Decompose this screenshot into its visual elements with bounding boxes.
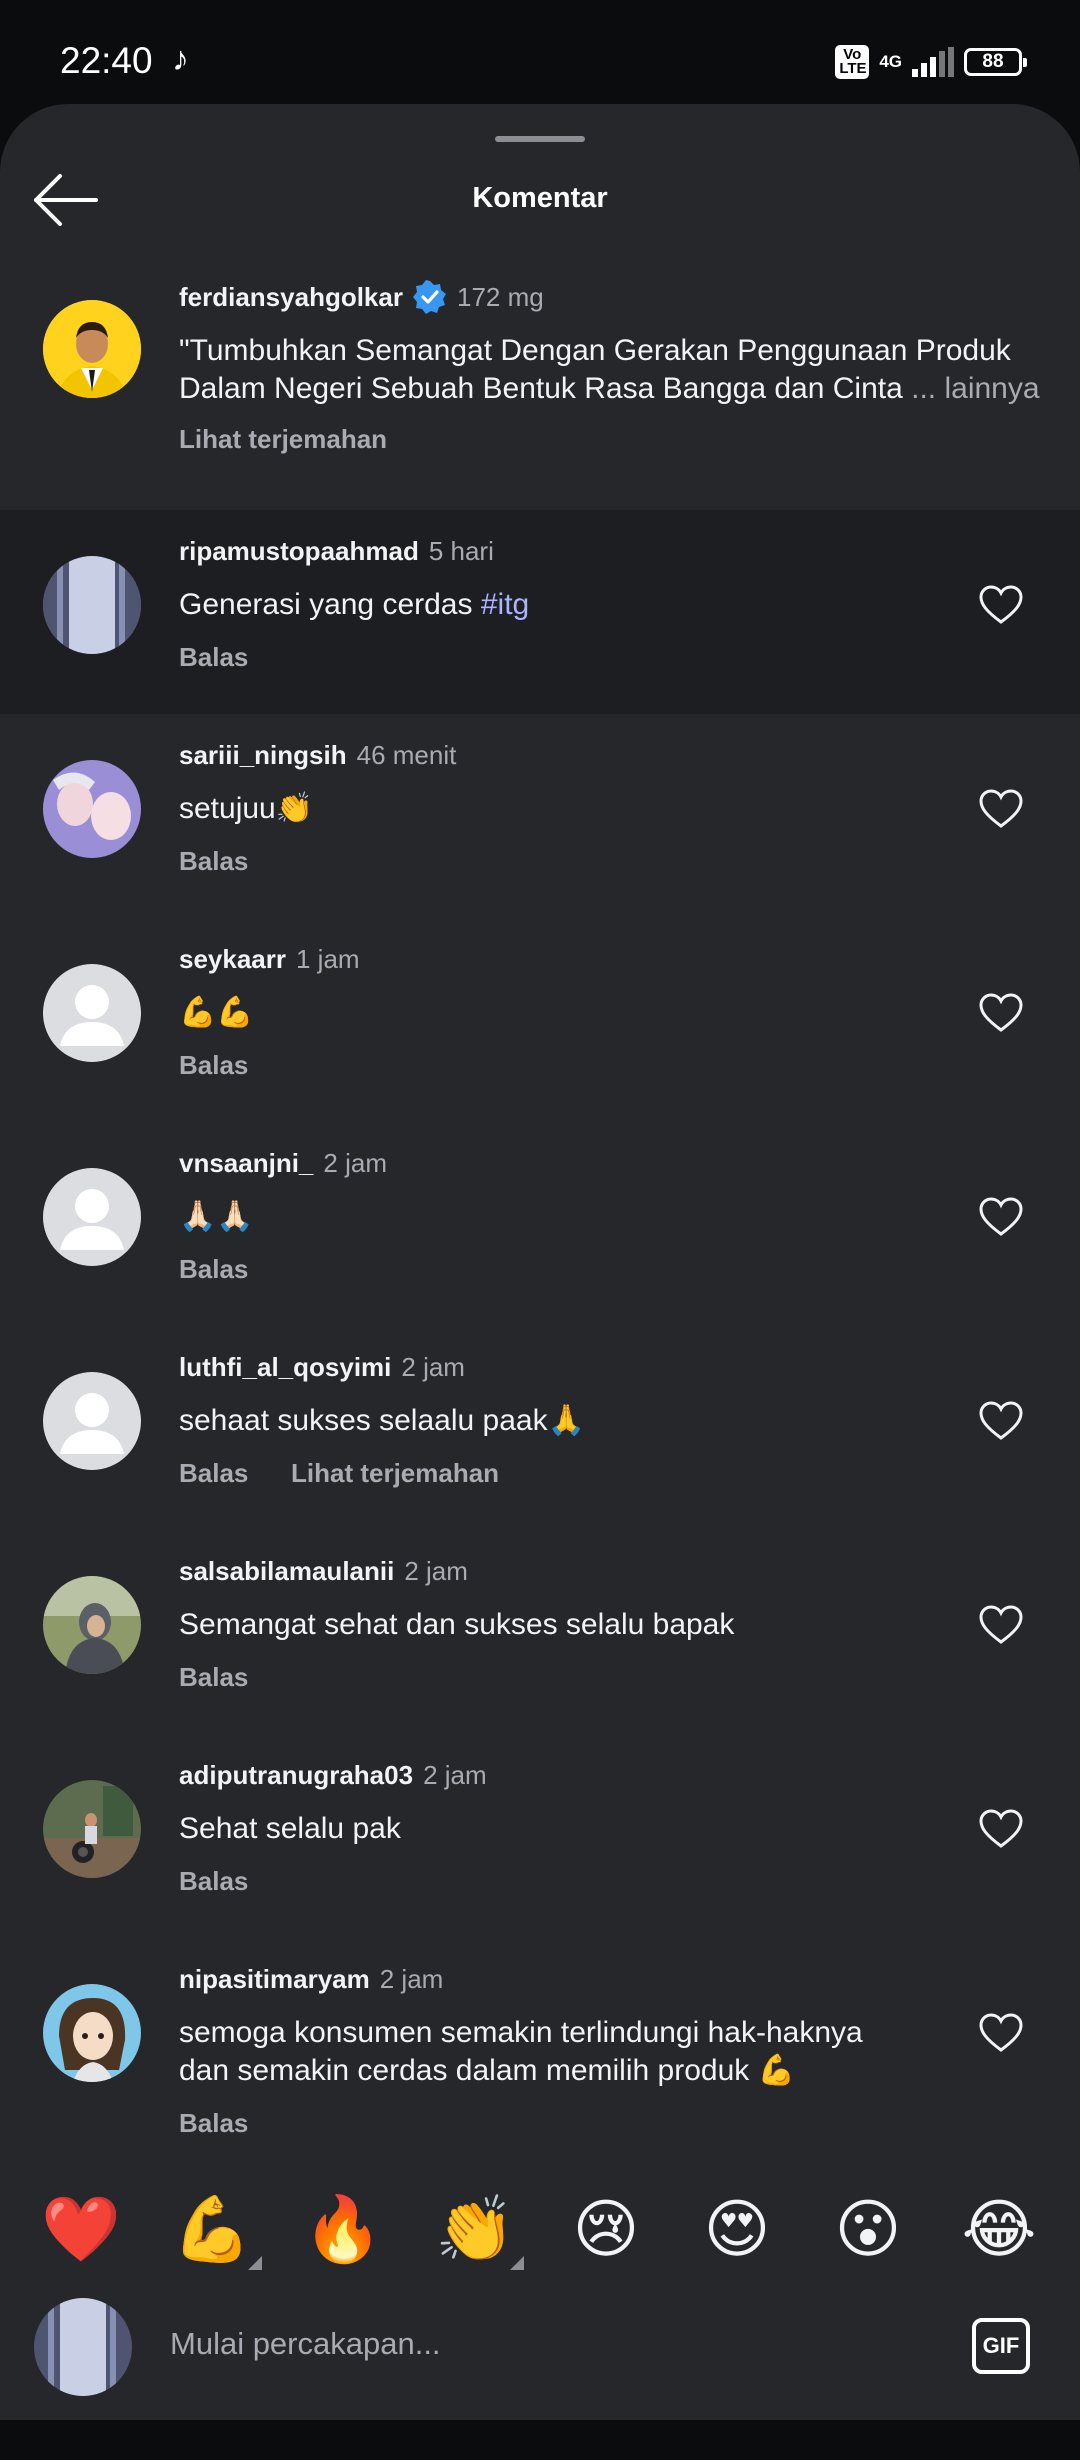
username[interactable]: sariii_ningsih [179,740,347,771]
emoji-muscle-button[interactable]: 💪 [167,2184,257,2274]
avatar[interactable] [43,1372,141,1470]
comment-time: 2 jam [404,1556,468,1586]
tiktok-notification-icon: ♪ [172,40,189,78]
username[interactable]: seykaarr [179,944,286,975]
avatar[interactable] [43,556,141,654]
comment-time: 5 hari [428,536,494,566]
skin-tone-indicator-icon [248,2256,262,2270]
comment-time: 2 jam [401,1352,465,1382]
heart-icon[interactable] [978,2012,1024,2054]
translate-link[interactable]: Lihat terjemahan [179,424,387,455]
status-bar: 22:40 ♪ Vo LTE 4G 88 [0,0,1080,110]
comment-time: 2 jam [323,1148,387,1178]
comments-sheet: Komentar ferdiansyahgolkar 172 mg "Tumbu… [0,104,1080,2420]
page-title: Komentar [472,182,608,214]
comment-text: sehaat sukses selaalu paak🙏 [179,1404,585,1437]
post-caption: ferdiansyahgolkar 172 mg "Tumbuhkan Sema… [0,254,1080,500]
avatar[interactable] [43,1168,141,1266]
list-item: adiputranugraha03 2 jam Sehat selalu pak… [0,1734,1080,1938]
reply-button[interactable]: Balas [179,1050,248,1081]
avatar[interactable] [43,760,141,858]
reply-button[interactable]: Balas [179,846,248,877]
username[interactable]: vnsaanjni_ [179,1148,313,1179]
emoji-surprised-button[interactable]: 😮 [823,2184,913,2274]
more-link[interactable]: ... lainnya [911,372,1039,405]
reply-button[interactable]: Balas [179,2108,248,2139]
list-item: ripamustopaahmad 5 hari Generasi yang ce… [0,510,1080,714]
reply-button[interactable]: Balas [179,1458,248,1489]
emoji-fire-button[interactable]: 🔥 [298,2184,388,2274]
username[interactable]: ferdiansyahgolkar [179,282,403,313]
username[interactable]: ripamustopaahmad [179,536,419,567]
hashtag-link[interactable]: #itg [481,588,529,621]
list-item: nipasitimaryam 2 jam semoga konsumen sem… [0,1938,1080,2178]
emoji-heart-eyes-button[interactable]: 😍 [692,2184,782,2274]
heart-icon[interactable] [978,1196,1024,1238]
heart-icon[interactable] [978,1808,1024,1850]
reply-button[interactable]: Balas [179,642,248,673]
system-navigation-bar [0,2420,1080,2460]
comment-text-line-1: semoga konsumen semakin terlindungi hak-… [179,2016,863,2049]
list-item: salsabilamaulanii 2 jam Semangat sehat d… [0,1530,1080,1734]
avatar[interactable] [43,964,141,1062]
username[interactable]: adiputranugraha03 [179,1760,413,1791]
caption-text-line-1: "Tumbuhkan Semangat Dengan Gerakan Pengg… [179,334,1011,367]
reply-button[interactable]: Balas [179,1662,248,1693]
comment-text: 🙏🏻🙏🏻 [179,1200,254,1233]
battery-icon: 88 [964,48,1027,76]
list-item: vnsaanjni_ 2 jam 🙏🏻🙏🏻 Balas [0,1122,1080,1326]
avatar [34,2298,132,2396]
comment-text: Semangat sehat dan sukses selalu bapak [179,1608,735,1641]
comment-text: 💪💪 [179,996,254,1029]
reply-button[interactable]: Balas [179,1254,248,1285]
username[interactable]: luthfi_al_qosyimi [179,1352,391,1383]
emoji-laughing-button[interactable]: 😂 [954,2184,1044,2274]
username[interactable]: salsabilamaulanii [179,1556,394,1587]
heart-icon[interactable] [978,788,1024,830]
network-type: 4G [879,52,902,71]
emoji-crying-button[interactable]: 😢 [561,2184,651,2274]
signal-icon [912,47,954,77]
avatar[interactable] [43,300,141,398]
heart-icon[interactable] [978,584,1024,626]
status-time: 22:40 [60,40,153,81]
list-item: luthfi_al_qosyimi 2 jam sehaat sukses se… [0,1326,1080,1530]
drag-handle[interactable] [495,136,585,142]
heart-icon[interactable] [978,1604,1024,1646]
translate-link[interactable]: Lihat terjemahan [291,1458,499,1489]
comment-time: 2 jam [379,1964,444,1994]
caption-text-line-2: Dalam Negeri Sebuah Bentuk Rasa Bangga d… [179,370,1040,408]
comment-text: Sehat selalu pak [179,1812,401,1845]
verified-badge-icon [412,280,447,314]
avatar[interactable] [43,1780,141,1878]
comment-input[interactable]: Mulai percakapan... [170,2326,441,2362]
caption-text: Dalam Negeri Sebuah Bentuk Rasa Bangga d… [179,372,903,405]
list-item: seykaarr 1 jam 💪💪 Balas [0,918,1080,1122]
heart-icon[interactable] [978,1400,1024,1442]
comment-time: 46 menit [356,740,457,770]
comment-time: 2 jam [423,1760,487,1790]
gif-button[interactable]: GIF [972,2318,1030,2374]
emoji-clap-button[interactable]: 👏 [430,2184,520,2274]
avatar[interactable] [43,1984,141,2082]
emoji-heart-button[interactable]: ❤️ [36,2184,126,2274]
comment-time: 1 jam [296,944,360,974]
list-item: sariii_ningsih 46 menit setujuu👏 Balas [0,714,1080,918]
heart-icon[interactable] [978,992,1024,1034]
status-icons: Vo LTE 4G 88 [835,44,1027,80]
comment-input-row: Mulai percakapan... GIF [0,2274,1080,2420]
caption-time: 172 mg [456,281,544,312]
comment-text: Generasi yang cerdas #itg [179,588,530,621]
skin-tone-indicator-icon [510,2256,524,2270]
volte-icon: Vo LTE [835,45,870,79]
avatar[interactable] [43,1576,141,1674]
comment-text-line-2: dan semakin cerdas dalam memilih produk … [179,2054,795,2087]
username[interactable]: nipasitimaryam [179,1964,370,1995]
reply-button[interactable]: Balas [179,1866,248,1897]
comment-text: setujuu👏 [179,792,314,825]
